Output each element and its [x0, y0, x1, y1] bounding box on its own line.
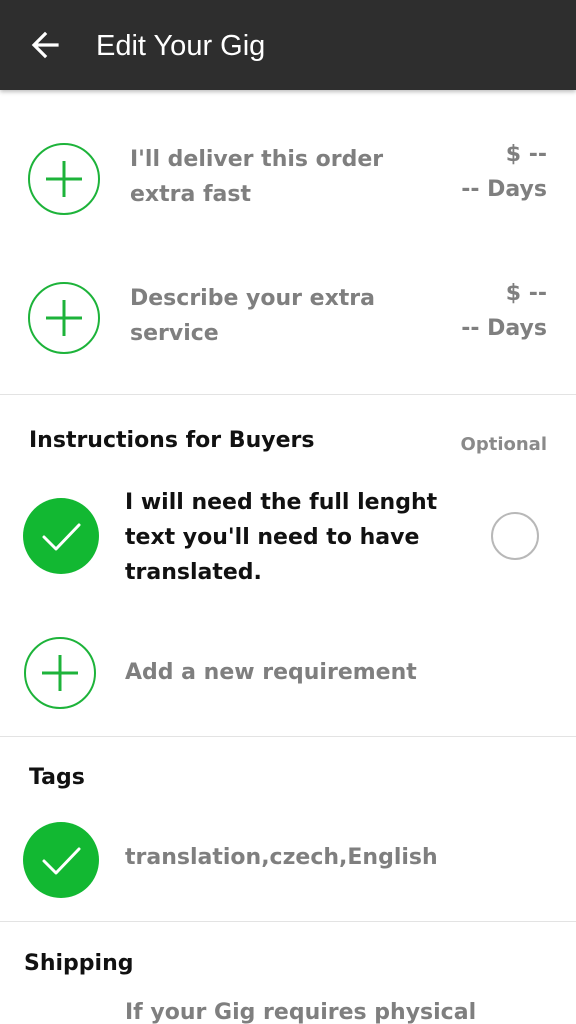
section-divider — [0, 921, 576, 922]
arrow-left-icon — [31, 31, 59, 59]
requirement-check-badge — [23, 498, 99, 574]
instructions-title: Instructions for Buyers — [29, 428, 315, 453]
extra-service-price: $ -- — [505, 281, 547, 306]
shipping-description: If your Gig requires physical — [125, 1000, 477, 1024]
extra-service-label[interactable]: Describe your extra service — [130, 281, 375, 351]
add-extra-fast-button[interactable] — [28, 143, 100, 215]
tags-value[interactable]: translation,czech,English — [125, 845, 438, 870]
extra-service-label-line1: Describe your extra — [130, 286, 375, 311]
section-divider — [0, 736, 576, 737]
extra-fast-label-line1: I'll deliver this order — [130, 147, 384, 172]
extra-fast-days: -- Days — [461, 177, 547, 202]
requirement-line1: I will need the full lenght — [125, 490, 438, 515]
requirement-optional-radio[interactable] — [491, 512, 539, 560]
extra-service-label-line2: service — [130, 321, 219, 346]
extra-fast-price: $ -- — [505, 142, 547, 167]
section-divider — [0, 394, 576, 395]
checkmark-circle-icon — [42, 523, 81, 551]
extra-service-days: -- Days — [461, 316, 547, 341]
shipping-title: Shipping — [24, 951, 134, 976]
tags-check-badge — [23, 822, 99, 898]
add-requirement-button[interactable] — [24, 637, 96, 709]
app-bar: Edit Your Gig — [0, 0, 576, 90]
optional-label: Optional — [460, 434, 547, 455]
extra-fast-label[interactable]: I'll deliver this order extra fast — [130, 142, 383, 212]
edit-gig-screen: Edit Your Gig I'll deliver this order ex… — [0, 0, 576, 1024]
back-button[interactable] — [20, 20, 70, 70]
checkmark-circle-icon — [42, 847, 81, 875]
page-title: Edit Your Gig — [96, 30, 266, 62]
add-extra-service-button[interactable] — [28, 282, 100, 354]
extra-fast-label-line2: extra fast — [130, 182, 252, 207]
requirement-text[interactable]: I will need the full lenght text you'll … — [125, 485, 437, 590]
add-requirement-label[interactable]: Add a new requirement — [125, 660, 417, 685]
requirement-line2: text you'll need to have — [125, 525, 420, 550]
requirement-line3: translated. — [125, 560, 262, 585]
tags-title: Tags — [29, 765, 85, 790]
